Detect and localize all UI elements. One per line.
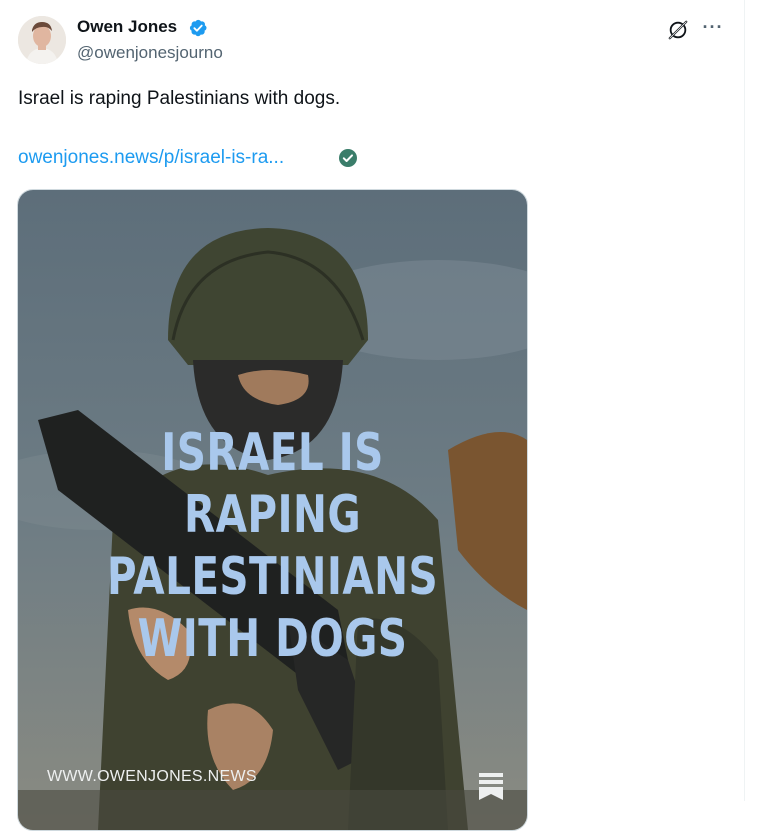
substack-logo-icon [479,773,503,800]
verified-badge-icon [189,19,207,37]
tweet-text: Israel is raping Palestinians with dogs. [18,88,341,109]
headline-line: WITH DOGS [137,609,408,669]
more-options-button[interactable]: ··· [700,17,726,39]
grok-icon[interactable] [667,19,689,41]
author-handle[interactable]: @owenjonesjourno [77,43,223,63]
avatar-photo [18,16,66,64]
check-circle-icon [339,149,357,167]
column-divider [744,0,745,801]
headline-line: PALESTINIANS [106,547,439,607]
author-avatar[interactable] [18,16,66,64]
media-headline: ISRAEL IS RAPING PALESTINIANS WITH DOGS [74,422,471,670]
headline-line: ISRAEL IS RAPING [161,423,384,545]
tweet-media-image[interactable]: ISRAEL IS RAPING PALESTINIANS WITH DOGS … [17,189,528,831]
media-watermark: WWW.OWENJONES.NEWS [47,768,257,785]
article-link[interactable]: owenjones.news/p/israel-is-ra... [18,147,284,169]
author-name[interactable]: Owen Jones [77,17,177,37]
